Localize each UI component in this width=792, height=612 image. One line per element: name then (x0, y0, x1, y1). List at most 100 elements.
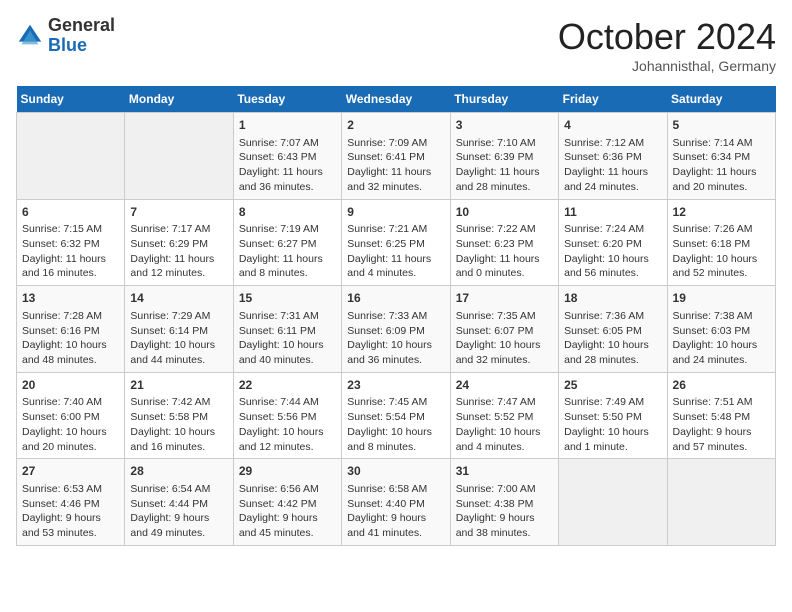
day-info: Sunrise: 7:40 AMSunset: 6:00 PMDaylight:… (22, 395, 119, 454)
calendar-cell: 14 Sunrise: 7:29 AMSunset: 6:14 PMDayligh… (125, 286, 233, 373)
calendar-week-3: 13Sunrise: 7:28 AMSunset: 6:16 PMDayligh… (17, 286, 776, 373)
day-info: Sunrise: 7:09 AMSunset: 6:41 PMDaylight:… (347, 136, 444, 195)
header-sunday: Sunday (17, 86, 125, 113)
day-number: 9 (347, 204, 444, 221)
day-number: 8 (239, 204, 336, 221)
day-number: 13 (22, 290, 119, 307)
day-number: 24 (456, 377, 553, 394)
location-subtitle: Johannisthal, Germany (558, 58, 776, 74)
day-info: Sunrise: 7:42 AMSunset: 5:58 PMDaylight:… (130, 395, 227, 454)
day-number: 6 (22, 204, 119, 221)
calendar-cell: 1 Sunrise: 7:07 AMSunset: 6:43 PMDaylight… (233, 113, 341, 200)
day-info: Sunrise: 6:54 AMSunset: 4:44 PMDaylight:… (130, 482, 227, 541)
day-number: 30 (347, 463, 444, 480)
day-info: Sunrise: 7:51 AMSunset: 5:48 PMDaylight:… (673, 395, 770, 454)
day-info: Sunrise: 7:47 AMSunset: 5:52 PMDaylight:… (456, 395, 553, 454)
calendar-cell: 29 Sunrise: 6:56 AMSunset: 4:42 PMDayligh… (233, 459, 341, 546)
day-number: 20 (22, 377, 119, 394)
calendar-cell (125, 113, 233, 200)
day-number: 16 (347, 290, 444, 307)
day-info: Sunrise: 7:29 AMSunset: 6:14 PMDaylight:… (130, 309, 227, 368)
header-saturday: Saturday (667, 86, 775, 113)
header-friday: Friday (559, 86, 667, 113)
page-header: General Blue October 2024 Johannisthal, … (16, 16, 776, 74)
day-info: Sunrise: 7:17 AMSunset: 6:29 PMDaylight:… (130, 222, 227, 281)
day-number: 14 (130, 290, 227, 307)
calendar-cell: 7Sunrise: 7:17 AMSunset: 6:29 PMDaylight… (125, 199, 233, 286)
weekday-header-row: Sunday Monday Tuesday Wednesday Thursday… (17, 86, 776, 113)
day-info: Sunrise: 7:49 AMSunset: 5:50 PMDaylight:… (564, 395, 661, 454)
day-number: 7 (130, 204, 227, 221)
calendar-cell: 24Sunrise: 7:47 AMSunset: 5:52 PMDayligh… (450, 372, 558, 459)
calendar-cell: 9Sunrise: 7:21 AMSunset: 6:25 PMDaylight… (342, 199, 450, 286)
day-number: 4 (564, 117, 661, 134)
day-info: Sunrise: 7:15 AMSunset: 6:32 PMDaylight:… (22, 222, 119, 281)
day-info: Sunrise: 7:24 AMSunset: 6:20 PMDaylight:… (564, 222, 661, 281)
logo-text: General Blue (48, 16, 115, 56)
day-number: 19 (673, 290, 770, 307)
day-info: Sunrise: 6:56 AMSunset: 4:42 PMDaylight:… (239, 482, 336, 541)
month-title: October 2024 (558, 16, 776, 58)
calendar-week-2: 6Sunrise: 7:15 AMSunset: 6:32 PMDaylight… (17, 199, 776, 286)
day-number: 26 (673, 377, 770, 394)
day-info: Sunrise: 7:07 AMSunset: 6:43 PMDaylight:… (239, 136, 336, 195)
calendar-cell: 16 Sunrise: 7:33 AMSunset: 6:09 PMDayligh… (342, 286, 450, 373)
logo-blue: Blue (48, 35, 87, 55)
day-number: 29 (239, 463, 336, 480)
day-info: Sunrise: 7:26 AMSunset: 6:18 PMDaylight:… (673, 222, 770, 281)
calendar-cell (17, 113, 125, 200)
day-number: 18 (564, 290, 661, 307)
calendar-cell: 30 Sunrise: 6:58 AMSunset: 4:40 PMDayligh… (342, 459, 450, 546)
day-info: Sunrise: 6:53 AMSunset: 4:46 PMDaylight:… (22, 482, 119, 541)
day-info: Sunrise: 7:14 AMSunset: 6:34 PMDaylight:… (673, 136, 770, 195)
day-number: 17 (456, 290, 553, 307)
calendar-cell: 21Sunrise: 7:42 AMSunset: 5:58 PMDayligh… (125, 372, 233, 459)
calendar-cell: 4 Sunrise: 7:12 AMSunset: 6:36 PMDaylight… (559, 113, 667, 200)
calendar-week-4: 20Sunrise: 7:40 AMSunset: 6:00 PMDayligh… (17, 372, 776, 459)
header-monday: Monday (125, 86, 233, 113)
day-number: 28 (130, 463, 227, 480)
calendar-cell: 26Sunrise: 7:51 AMSunset: 5:48 PMDayligh… (667, 372, 775, 459)
day-info: Sunrise: 7:45 AMSunset: 5:54 PMDaylight:… (347, 395, 444, 454)
day-info: Sunrise: 7:38 AMSunset: 6:03 PMDaylight:… (673, 309, 770, 368)
day-info: Sunrise: 7:33 AMSunset: 6:09 PMDaylight:… (347, 309, 444, 368)
day-info: Sunrise: 7:44 AMSunset: 5:56 PMDaylight:… (239, 395, 336, 454)
logo-icon (16, 22, 44, 50)
day-info: Sunrise: 7:19 AMSunset: 6:27 PMDaylight:… (239, 222, 336, 281)
calendar-cell: 19 Sunrise: 7:38 AMSunset: 6:03 PMDayligh… (667, 286, 775, 373)
day-number: 31 (456, 463, 553, 480)
day-info: Sunrise: 6:58 AMSunset: 4:40 PMDaylight:… (347, 482, 444, 541)
day-number: 12 (673, 204, 770, 221)
calendar-cell: 28 Sunrise: 6:54 AMSunset: 4:44 PMDayligh… (125, 459, 233, 546)
calendar-cell: 8Sunrise: 7:19 AMSunset: 6:27 PMDaylight… (233, 199, 341, 286)
calendar-cell: 15Sunrise: 7:31 AMSunset: 6:11 PMDayligh… (233, 286, 341, 373)
calendar-cell: 23Sunrise: 7:45 AMSunset: 5:54 PMDayligh… (342, 372, 450, 459)
day-info: Sunrise: 7:12 AMSunset: 6:36 PMDaylight:… (564, 136, 661, 195)
calendar-week-5: 27 Sunrise: 6:53 AMSunset: 4:46 PMDayligh… (17, 459, 776, 546)
calendar-cell: 22Sunrise: 7:44 AMSunset: 5:56 PMDayligh… (233, 372, 341, 459)
calendar-cell: 31 Sunrise: 7:00 AMSunset: 4:38 PMDayligh… (450, 459, 558, 546)
day-number: 11 (564, 204, 661, 221)
day-number: 21 (130, 377, 227, 394)
calendar-cell: 11Sunrise: 7:24 AMSunset: 6:20 PMDayligh… (559, 199, 667, 286)
day-number: 25 (564, 377, 661, 394)
calendar-cell: 27 Sunrise: 6:53 AMSunset: 4:46 PMDayligh… (17, 459, 125, 546)
calendar-cell: 10Sunrise: 7:22 AMSunset: 6:23 PMDayligh… (450, 199, 558, 286)
day-number: 1 (239, 117, 336, 134)
logo-general: General (48, 15, 115, 35)
calendar-cell: 2Sunrise: 7:09 AMSunset: 6:41 PMDaylight… (342, 113, 450, 200)
day-number: 23 (347, 377, 444, 394)
day-info: Sunrise: 7:35 AMSunset: 6:07 PMDaylight:… (456, 309, 553, 368)
calendar-table: Sunday Monday Tuesday Wednesday Thursday… (16, 86, 776, 546)
header-tuesday: Tuesday (233, 86, 341, 113)
day-info: Sunrise: 7:21 AMSunset: 6:25 PMDaylight:… (347, 222, 444, 281)
header-thursday: Thursday (450, 86, 558, 113)
day-info: Sunrise: 7:10 AMSunset: 6:39 PMDaylight:… (456, 136, 553, 195)
day-number: 27 (22, 463, 119, 480)
day-info: Sunrise: 7:00 AMSunset: 4:38 PMDaylight:… (456, 482, 553, 541)
calendar-cell: 25Sunrise: 7:49 AMSunset: 5:50 PMDayligh… (559, 372, 667, 459)
calendar-week-1: 1 Sunrise: 7:07 AMSunset: 6:43 PMDaylight… (17, 113, 776, 200)
day-number: 22 (239, 377, 336, 394)
calendar-cell: 20Sunrise: 7:40 AMSunset: 6:00 PMDayligh… (17, 372, 125, 459)
calendar-cell: 17 Sunrise: 7:35 AMSunset: 6:07 PMDayligh… (450, 286, 558, 373)
